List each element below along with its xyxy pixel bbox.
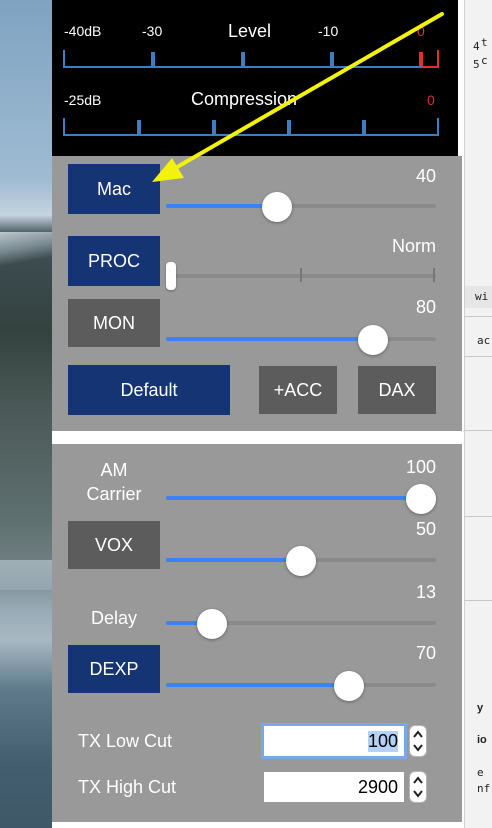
annotation-arrow-icon (152, 12, 444, 182)
